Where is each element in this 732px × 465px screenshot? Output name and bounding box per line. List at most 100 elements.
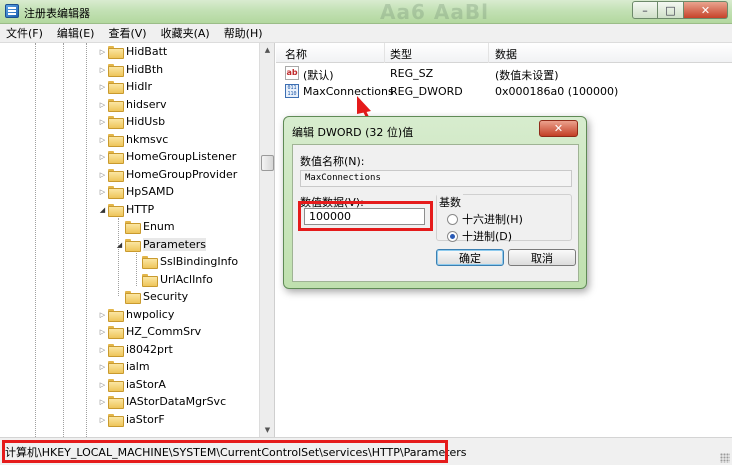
folder-icon [107, 98, 124, 112]
tree-item-label: HomeGroupListener [126, 150, 237, 163]
tree-item-label: HpSAMD [126, 185, 174, 198]
tree-item-ialm[interactable]: ▷ ialm [98, 358, 150, 375]
column-divider[interactable] [488, 43, 489, 63]
tree-item-hidir[interactable]: ▷ HidIr [98, 78, 152, 95]
registry-tree-pane[interactable]: ▷ HidBatt ▷ HidBth ▷ HidIr ▷ hidserv ▷ HidUsb… [0, 43, 275, 437]
tree-item-label: Security [143, 290, 189, 303]
expand-arrow-icon[interactable]: ▷ [98, 398, 107, 406]
tree-item-http[interactable]: ◢ HTTP [98, 201, 154, 218]
tree-item-hidbth[interactable]: ▷ HidBth [98, 61, 163, 78]
menu-file[interactable]: 文件(F) [6, 25, 43, 41]
tree-item-hpsamd[interactable]: ▷ HpSAMD [98, 183, 174, 200]
tree-item-label: SslBindingInfo [160, 255, 239, 268]
minimize-button[interactable]: – [632, 1, 658, 19]
expand-arrow-icon[interactable]: ▷ [98, 153, 107, 161]
scrollbar-thumb[interactable] [261, 155, 274, 171]
tree-guide-line [63, 43, 64, 437]
tree-item-label: HidUsb [126, 115, 166, 128]
expand-arrow-icon[interactable]: ▷ [98, 136, 107, 144]
expand-arrow-icon[interactable]: ▷ [98, 118, 107, 126]
expand-arrow-icon[interactable]: ▷ [98, 101, 107, 109]
scroll-down-arrow-icon[interactable]: ▼ [261, 423, 274, 437]
expand-arrow-icon[interactable]: ▷ [98, 83, 107, 91]
folder-icon [107, 63, 124, 77]
tree-item-label: IAStorDataMgrSvc [126, 395, 227, 408]
expand-arrow-icon[interactable]: ▷ [98, 416, 107, 424]
dialog-body: 数值名称(N): MaxConnections 数值数据(V): 100000 … [292, 144, 579, 282]
tree-item-hidusb[interactable]: ▷ HidUsb [98, 113, 165, 130]
tree-item-label: HidIr [126, 80, 153, 93]
tree-item-label: Parameters [143, 238, 206, 251]
tree-item-homegroupprovider[interactable]: ▷ HomeGroupProvider [98, 166, 237, 183]
tree-item-security[interactable]: Security [115, 288, 188, 305]
folder-icon [107, 168, 124, 182]
column-header-name[interactable]: 名称 [285, 46, 307, 62]
tree-item-label: Enum [143, 220, 175, 233]
folder-icon [107, 133, 124, 147]
folder-icon [141, 255, 158, 269]
radio-checked-icon[interactable] [447, 230, 458, 242]
value-type: REG_DWORD [390, 85, 463, 98]
expand-arrow-icon[interactable]: ▷ [98, 363, 107, 371]
tree-item-sslbindinginfo[interactable]: SslBindingInfo [132, 253, 238, 270]
folder-icon [107, 343, 124, 357]
tree-item-homegrouplistener[interactable]: ▷ HomeGroupListener [98, 148, 236, 165]
column-header-data[interactable]: 数据 [495, 46, 517, 62]
close-button[interactable]: ✕ [684, 1, 728, 19]
expand-arrow-icon[interactable]: ▷ [98, 381, 107, 389]
tree-vertical-scrollbar[interactable]: ▲ ▼ [259, 43, 274, 437]
expand-arrow-icon[interactable]: ▷ [98, 48, 107, 56]
radio-hexadecimal[interactable]: 十六进制(H) [447, 211, 523, 227]
ok-button[interactable]: 确定 [436, 249, 504, 266]
tree-item-hidbatt[interactable]: ▷ HidBatt [98, 43, 167, 60]
tree-item-iastordatamgrsvc[interactable]: ▷ IAStorDataMgrSvc [98, 393, 226, 410]
tree-item-label: HidBatt [126, 45, 168, 58]
folder-icon [107, 378, 124, 392]
tree-item-hz-commsrv[interactable]: ▷ HZ_CommSrv [98, 323, 201, 340]
cancel-button[interactable]: 取消 [508, 249, 576, 266]
column-divider[interactable] [384, 43, 385, 63]
expand-arrow-icon[interactable]: ▷ [98, 311, 107, 319]
tree-item-label: HTTP [126, 203, 155, 216]
maximize-button[interactable]: □ [658, 1, 684, 19]
tree-item-hkmsvc[interactable]: ▷ hkmsvc [98, 131, 168, 148]
menu-edit[interactable]: 编辑(E) [57, 25, 95, 41]
value-data-input[interactable]: 100000 [304, 208, 425, 225]
tree-item-i8042prt[interactable]: ▷ i8042prt [98, 341, 173, 358]
expand-arrow-icon[interactable]: ▷ [98, 188, 107, 196]
expand-arrow-icon[interactable]: ▷ [98, 66, 107, 74]
tree-item-iastorf[interactable]: ▷ iaStorF [98, 411, 165, 428]
collapse-arrow-icon[interactable]: ◢ [115, 241, 124, 249]
tree-item-label: hidserv [126, 98, 167, 111]
tree-item-parameters[interactable]: ◢ Parameters [115, 236, 206, 253]
folder-icon [107, 185, 124, 199]
expand-arrow-icon[interactable]: ▷ [98, 346, 107, 354]
binary-value-icon: 011 110 [285, 84, 299, 98]
column-header-type[interactable]: 类型 [390, 46, 412, 62]
tree-item-hidserv[interactable]: ▷ hidserv [98, 96, 167, 113]
folder-icon [107, 360, 124, 374]
folder-icon [107, 45, 124, 59]
radio-unchecked-icon[interactable] [447, 213, 458, 225]
menu-help[interactable]: 帮助(H) [224, 25, 263, 41]
tree-item-enum[interactable]: Enum [115, 218, 175, 235]
expand-arrow-icon[interactable]: ▷ [98, 328, 107, 336]
folder-icon [107, 150, 124, 164]
menu-favorites[interactable]: 收藏夹(A) [161, 25, 210, 41]
resize-grip-icon[interactable] [720, 453, 730, 463]
menu-view[interactable]: 查看(V) [108, 25, 146, 41]
tree-item-iastora[interactable]: ▷ iaStorA [98, 376, 166, 393]
scroll-up-arrow-icon[interactable]: ▲ [261, 43, 274, 57]
tree-item-label: UrlAclInfo [160, 273, 213, 286]
radio-decimal[interactable]: 十进制(D) [447, 228, 512, 244]
dialog-close-button[interactable]: ✕ [539, 120, 578, 137]
tree-item-label: iaStorA [126, 378, 166, 391]
tree-item-hwpolicy[interactable]: ▷ hwpolicy [98, 306, 174, 323]
expand-arrow-icon[interactable]: ▷ [98, 171, 107, 179]
value-row-maxconnections[interactable]: 011 110 MaxConnections REG_DWORD 0x00018… [276, 83, 732, 101]
folder-open-icon [107, 203, 124, 217]
tree-item-urlaclinfo[interactable]: UrlAclInfo [132, 271, 213, 288]
value-row-default[interactable]: ab (默认) REG_SZ (数值未设置) [276, 65, 732, 83]
tree-item-label: HidBth [126, 63, 164, 76]
collapse-arrow-icon[interactable]: ◢ [98, 206, 107, 214]
